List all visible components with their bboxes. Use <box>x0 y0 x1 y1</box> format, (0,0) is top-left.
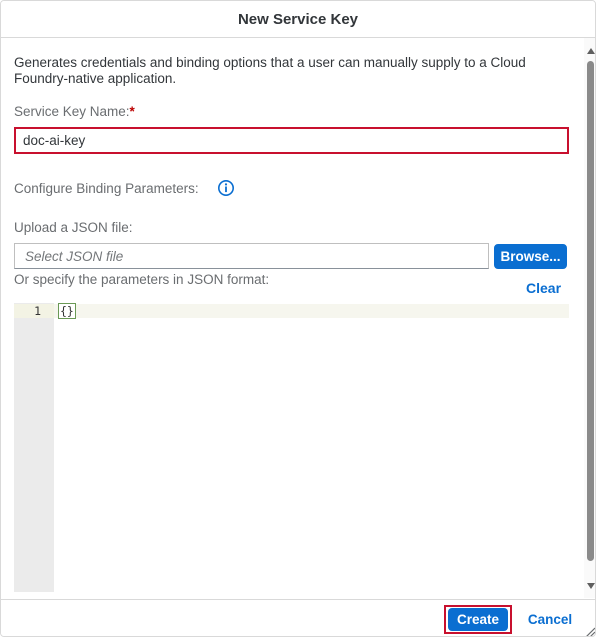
service-key-name-label-text: Service Key Name: <box>14 104 130 119</box>
create-button[interactable]: Create <box>448 608 508 631</box>
json-file-placeholder: Select JSON file <box>25 248 124 264</box>
line-number: 1 <box>34 304 41 318</box>
scroll-down-arrow-icon[interactable] <box>587 583 595 589</box>
dialog-footer: Create Cancel <box>1 599 595 636</box>
editor-active-line <box>54 304 569 318</box>
dialog-header: New Service Key <box>1 1 595 38</box>
json-editor[interactable]: 1 {} <box>14 303 569 592</box>
scrollbar-thumb[interactable] <box>587 61 594 561</box>
resize-grip-icon[interactable] <box>584 625 595 636</box>
scroll-up-arrow-icon[interactable] <box>587 48 595 54</box>
json-format-label: Or specify the parameters in JSON format… <box>14 272 270 287</box>
service-key-name-input[interactable]: doc-ai-key <box>14 127 569 154</box>
cancel-button[interactable]: Cancel <box>524 608 576 631</box>
dialog-content: Generates credentials and binding option… <box>1 38 581 596</box>
service-key-name-label: Service Key Name:* <box>14 104 135 119</box>
clear-button[interactable]: Clear <box>526 280 561 296</box>
browse-button[interactable]: Browse... <box>494 244 567 269</box>
editor-gutter <box>14 303 54 592</box>
service-key-name-value: doc-ai-key <box>23 133 86 148</box>
json-code-text: {} <box>58 303 76 319</box>
info-icon[interactable] <box>217 179 235 197</box>
required-marker: * <box>129 104 135 119</box>
upload-json-label: Upload a JSON file: <box>14 220 133 235</box>
dialog-title: New Service Key <box>237 10 359 28</box>
json-code[interactable]: {} <box>58 303 76 319</box>
new-service-key-dialog: New Service Key Generates credentials an… <box>0 0 596 637</box>
json-file-input[interactable]: Select JSON file <box>14 243 489 269</box>
dialog-description: Generates credentials and binding option… <box>14 55 526 86</box>
binding-parameters-label: Configure Binding Parameters: <box>14 181 199 196</box>
